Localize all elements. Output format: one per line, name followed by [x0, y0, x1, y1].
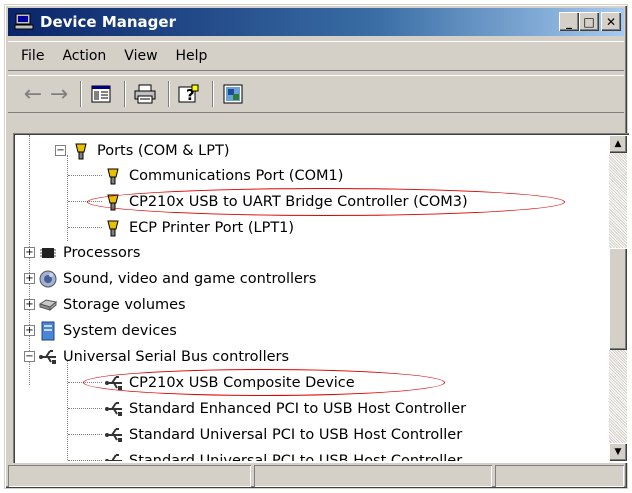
- tree-item-label: Ports (COM & LPT): [97, 142, 230, 159]
- tree-item-label: Processors: [63, 244, 141, 261]
- status-pane: [495, 465, 624, 487]
- tree-item-label: Storage volumes: [63, 296, 186, 313]
- scroll-thumb[interactable]: [609, 248, 627, 350]
- tree-line: [68, 434, 102, 435]
- status-pane: [8, 465, 251, 487]
- tree-item-label: System devices: [63, 322, 177, 339]
- help-icon[interactable]: ?: [176, 81, 202, 107]
- update-driver-icon[interactable]: [220, 81, 246, 107]
- processor-chip-icon: [37, 243, 59, 263]
- tree-item-label: Universal Serial Bus controllers: [63, 348, 290, 365]
- usb-icon: [103, 425, 125, 445]
- status-bar: [8, 465, 624, 487]
- highlight-ellipse: [83, 369, 445, 396]
- system-device-icon: [37, 321, 59, 341]
- toolbar-separator: [80, 81, 82, 107]
- tree-line: [68, 227, 102, 228]
- port-connector-icon: [71, 141, 93, 161]
- device-manager-window: Device Manager _ □ ✕ File Action View He…: [4, 4, 629, 489]
- tree-item-processors[interactable]: Processors: [37, 240, 140, 265]
- port-connector-icon: [103, 218, 125, 238]
- tree-line: [68, 175, 102, 176]
- tree-line: [67, 360, 68, 461]
- properties-icon[interactable]: [88, 81, 114, 107]
- scroll-down-button[interactable]: ▼: [609, 443, 627, 461]
- vertical-scrollbar[interactable]: ▲ ▼: [609, 135, 627, 461]
- tree-item-label: Standard Universal PCI to USB Host Contr…: [129, 452, 463, 462]
- scroll-up-button[interactable]: ▲: [609, 135, 627, 153]
- close-icon: ✕: [605, 14, 617, 29]
- computer-icon: [14, 13, 34, 31]
- tree-item-usb-host-universal[interactable]: Standard Universal PCI to USB Host Contr…: [103, 448, 462, 461]
- tree-item-lpt1[interactable]: ECP Printer Port (LPT1): [103, 215, 294, 240]
- status-pane: [254, 465, 492, 487]
- toolbar-separator: [124, 81, 126, 107]
- print-icon[interactable]: [132, 81, 158, 107]
- menu-bar: File Action View Help: [8, 41, 624, 71]
- tree-line: [29, 135, 30, 385]
- menu-file[interactable]: File: [12, 44, 53, 68]
- tree-item-label: Sound, video and game controllers: [63, 270, 317, 287]
- title-bar[interactable]: Device Manager _ □ ✕: [8, 8, 624, 36]
- storage-drive-icon: [37, 295, 59, 315]
- maximize-icon: □: [583, 14, 595, 29]
- tree-item-label: ECP Printer Port (LPT1): [129, 219, 295, 236]
- port-connector-icon: [103, 166, 125, 186]
- highlight-ellipse: [87, 188, 565, 216]
- collapse-usb-toggle[interactable]: −: [24, 351, 35, 362]
- expand-sound-toggle[interactable]: +: [24, 273, 35, 284]
- tree-line: [67, 155, 68, 241]
- forward-arrow-icon[interactable]: →: [48, 81, 70, 107]
- close-button[interactable]: ✕: [601, 12, 621, 31]
- tree-item-usb-controllers[interactable]: Universal Serial Bus controllers: [37, 344, 289, 369]
- speaker-icon: [37, 269, 59, 289]
- usb-icon: [37, 347, 59, 367]
- tree-item-storage[interactable]: Storage volumes: [37, 292, 186, 317]
- minimize-button[interactable]: _: [559, 12, 579, 31]
- minimize-icon: _: [566, 14, 572, 29]
- tree-item-label: Standard Universal PCI to USB Host Contr…: [129, 426, 463, 443]
- menu-view[interactable]: View: [115, 44, 166, 68]
- tree-line: [68, 460, 102, 461]
- maximize-button[interactable]: □: [579, 12, 599, 31]
- tree-item-sound[interactable]: Sound, video and game controllers: [37, 266, 316, 291]
- menu-help[interactable]: Help: [167, 44, 217, 68]
- tree-item-label: Standard Enhanced PCI to USB Host Contro…: [129, 400, 467, 417]
- toolbar: ← → ?: [8, 75, 624, 113]
- usb-icon: [103, 399, 125, 419]
- toolbar-separator: [168, 81, 170, 107]
- expand-storage-toggle[interactable]: +: [24, 299, 35, 310]
- tree-item-ports[interactable]: Ports (COM & LPT): [71, 138, 229, 163]
- tree-item-usb-host-enhanced[interactable]: Standard Enhanced PCI to USB Host Contro…: [103, 396, 466, 421]
- tree-item-usb-host-universal[interactable]: Standard Universal PCI to USB Host Contr…: [103, 422, 462, 447]
- menu-action[interactable]: Action: [53, 44, 115, 68]
- usb-icon: [103, 451, 125, 461]
- tree-item-label: Communications Port (COM1): [129, 167, 344, 184]
- expand-system-toggle[interactable]: +: [24, 325, 35, 336]
- tree-item-com1[interactable]: Communications Port (COM1): [103, 163, 343, 188]
- device-tree[interactable]: − Ports (COM & LPT) Communications Port …: [13, 133, 629, 463]
- back-arrow-icon[interactable]: ←: [22, 81, 44, 107]
- window-title: Device Manager: [40, 13, 176, 31]
- toolbar-separator: [212, 81, 214, 107]
- tree-line: [68, 408, 102, 409]
- expand-processors-toggle[interactable]: +: [24, 247, 35, 258]
- tree-item-system[interactable]: System devices: [37, 318, 177, 343]
- collapse-ports-toggle[interactable]: −: [55, 145, 66, 156]
